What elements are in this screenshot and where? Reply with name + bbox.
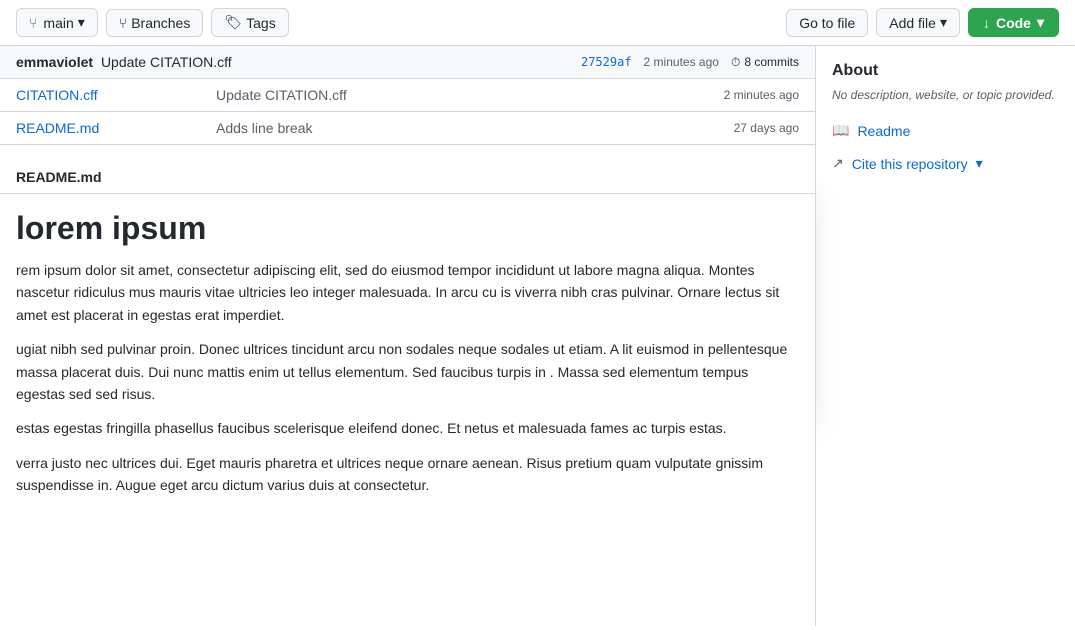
sidebar-description: No description, website, or topic provid… (832, 88, 1059, 102)
commit-author[interactable]: emmaviolet (16, 54, 93, 70)
branches-icon: ⑂ (119, 15, 127, 31)
branches-button[interactable]: ⑂ Branches (106, 9, 204, 37)
readme-para-3: estas egestas fringilla phasellus faucib… (16, 417, 799, 439)
sidebar: About No description, website, or topic … (815, 46, 1075, 626)
readme-filename: README.md (0, 161, 815, 194)
code-chevron-icon: ▾ (1037, 14, 1044, 31)
clock-icon: ⏱ (731, 55, 740, 70)
code-button[interactable]: ↓ Code ▾ (968, 8, 1059, 37)
cite-chevron-icon: ▾ (976, 155, 983, 172)
branch-icon: ⑂ (29, 15, 37, 31)
download-icon: ↓ (983, 15, 990, 31)
add-file-chevron-icon: ▾ (940, 14, 947, 31)
commit-hash[interactable]: 27529af (581, 55, 632, 69)
commit-meta: 27529af 2 minutes ago ⏱ 8 commits (581, 55, 799, 70)
commit-row: emmaviolet Update CITATION.cff 27529af 2… (0, 46, 815, 79)
sidebar-title: About (832, 62, 1059, 80)
branch-chevron-icon: ▾ (78, 14, 85, 31)
branch-label: main (43, 15, 73, 31)
file-time-citation: 2 minutes ago (724, 88, 799, 102)
commit-time: 2 minutes ago (644, 55, 719, 69)
cite-icon: ↗ (832, 155, 844, 172)
file-desc-readme: Adds line break (216, 120, 734, 136)
file-time-readme: 27 days ago (734, 121, 799, 135)
cite-popup: Cite this repository If you use this sof… (815, 186, 816, 421)
toolbar: ⑂ main ▾ ⑂ Branches 🏷 Tags Go to file Ad… (0, 0, 1075, 46)
main-layout: emmaviolet Update CITATION.cff 27529af 2… (0, 46, 1075, 626)
book-icon: 📖 (832, 122, 849, 139)
commit-message: Update CITATION.cff (101, 54, 232, 70)
commits-link[interactable]: ⏱ 8 commits (731, 55, 799, 70)
tags-button[interactable]: 🏷 Tags (211, 8, 288, 37)
readme-para-1: rem ipsum dolor sit amet, consectetur ad… (16, 259, 799, 326)
sidebar-item-readme[interactable]: 📖 Readme (832, 118, 1059, 143)
commit-info: emmaviolet Update CITATION.cff (16, 54, 232, 70)
content-area: emmaviolet Update CITATION.cff 27529af 2… (0, 46, 815, 626)
readme-para-2: ugiat nibh sed pulvinar proin. Donec ult… (16, 338, 799, 405)
go-to-file-button[interactable]: Go to file (786, 9, 868, 37)
readme-area: README.md lorem ipsum rem ipsum dolor si… (0, 145, 815, 525)
readme-para-4: verra justo nec ultrices dui. Eget mauri… (16, 452, 799, 497)
table-row: CITATION.cff Update CITATION.cff 2 minut… (0, 79, 815, 112)
file-desc-citation: Update CITATION.cff (216, 87, 724, 103)
file-name-readme[interactable]: README.md (16, 120, 216, 136)
add-file-button[interactable]: Add file ▾ (876, 8, 960, 37)
tags-icon: 🏷 (224, 14, 242, 31)
sidebar-item-cite[interactable]: ↗ Cite this repository ▾ (832, 151, 1059, 176)
file-name-citation[interactable]: CITATION.cff (16, 87, 216, 103)
readme-heading: lorem ipsum (16, 210, 799, 247)
table-row: README.md Adds line break 27 days ago (0, 112, 815, 144)
branch-selector[interactable]: ⑂ main ▾ (16, 8, 98, 37)
file-list: CITATION.cff Update CITATION.cff 2 minut… (0, 79, 815, 145)
